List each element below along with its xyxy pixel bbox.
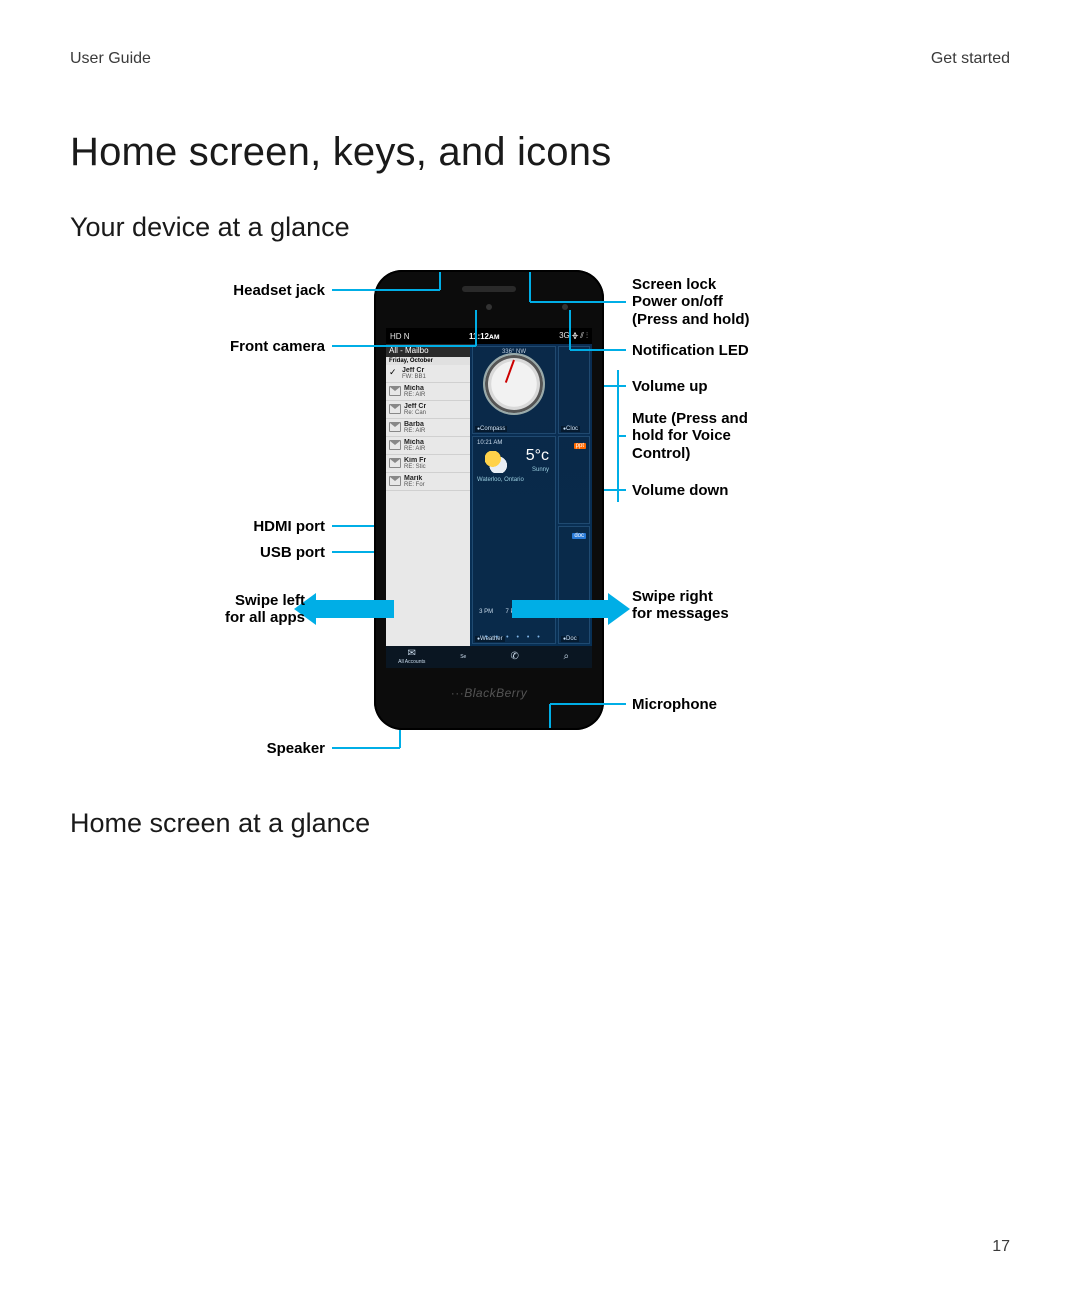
mail-subject: RE: AIR: [404, 446, 425, 452]
mail-name: Jeff Cr: [404, 403, 426, 410]
notification-led-dot: [562, 304, 568, 310]
statusbar-center: 11:12ᴀᴍ: [469, 332, 500, 341]
page-number: 17: [992, 1238, 1010, 1256]
dock-glyph-icon: ✉: [408, 649, 416, 659]
dock-label: Se: [460, 654, 466, 660]
mail-name: Kim Fr: [404, 457, 426, 464]
mail-subject: FW: BB1: [402, 374, 426, 380]
front-camera-dot: [486, 304, 492, 310]
status-bar: HD N 11:12ᴀᴍ 3G ᚖ ⫽ ⫶: [386, 328, 592, 344]
label-mute-1: Mute (Press and: [632, 410, 748, 427]
label-speaker: Speaker: [130, 740, 325, 757]
label-headset-jack: Headset jack: [130, 282, 325, 299]
dock-glyph-icon: ✆: [511, 652, 519, 662]
weather-hour: 3 PM: [479, 609, 493, 629]
label-microphone: Microphone: [632, 696, 872, 713]
doc-badge: doc: [572, 533, 586, 539]
weather-icon: [485, 451, 507, 473]
statusbar-right: 3G ᚖ ⫽ ⫶: [559, 331, 588, 341]
mail-name: Barba: [404, 421, 425, 428]
mail-subject: Re: Can: [404, 410, 426, 416]
compass-dial-icon: [483, 353, 545, 415]
label-usb-port: USB port: [130, 544, 325, 561]
dock-item: ✆: [489, 646, 541, 668]
mail-row: BarbaRE: AIR: [386, 419, 470, 437]
label-hdmi-port: HDMI port: [130, 518, 325, 535]
label-mute-3: Control): [632, 445, 690, 462]
weather-cond: Sunny: [532, 467, 549, 473]
label-notification-led: Notification LED: [632, 342, 872, 359]
device-diagram: BlackBerry HD N 11:12ᴀᴍ 3G ᚖ ⫽ ⫶ All - M…: [70, 260, 1010, 780]
weather-loc: Waterloo, Ontario: [477, 477, 524, 483]
envelope-icon: [389, 404, 401, 414]
ppt-badge: ppt: [574, 443, 586, 449]
dock-item: ⌕: [541, 646, 593, 668]
mail-subject: RE: AIR: [404, 392, 425, 398]
swipe-left-arrow-icon: [312, 600, 394, 618]
docs-tile-1: ppt: [558, 436, 590, 524]
label-swipe-right-1: Swipe right: [632, 588, 713, 605]
mail-name: Marik: [404, 475, 425, 482]
weather-time: 10:21 AM: [477, 440, 502, 446]
mail-subject: RE: AIR: [404, 428, 425, 434]
mail-name: Micha: [404, 385, 425, 392]
dock-label: All Accounts: [398, 659, 425, 665]
weather-temp: 5°c: [526, 447, 549, 465]
compass-label: Compass: [475, 426, 507, 432]
mail-row: MichaRE: AIR: [386, 437, 470, 455]
envelope-icon: [389, 422, 401, 432]
label-swipe-left-1: Swipe left: [235, 592, 305, 609]
label-volume-up: Volume up: [632, 378, 872, 395]
mail-name: Micha: [404, 439, 425, 446]
header-right: Get started: [931, 50, 1010, 68]
label-front-camera: Front camera: [130, 338, 325, 355]
label-mute-2: hold for Voice: [632, 427, 731, 444]
statusbar-left: HD N: [390, 332, 410, 341]
mail-row: MarikRE: For: [386, 473, 470, 491]
clock-label: Cloc: [561, 426, 580, 432]
header-left: User Guide: [70, 50, 151, 68]
dock-glyph-icon: ⌕: [563, 652, 569, 662]
label-volume-down: Volume down: [632, 482, 872, 499]
envelope-icon: [389, 458, 401, 468]
dock-bar: ✉All Accounts Se ✆ ⌕: [386, 646, 592, 668]
envelope-icon: [389, 386, 401, 396]
mail-subject: RE: For: [404, 482, 425, 488]
mail-subject: RE: Stic: [404, 464, 426, 470]
swipe-right-arrow-icon: [512, 600, 612, 618]
label-screen-lock-3: (Press and hold): [632, 311, 750, 328]
mailbox-column: All - Mailbo Friday, October Jeff CrFW: …: [386, 344, 470, 646]
mailbox-date: Friday, October: [386, 357, 470, 365]
label-screen-lock-2: Power on/off: [632, 293, 723, 310]
earpiece-slot: [462, 286, 516, 292]
mail-name: Jeff Cr: [402, 367, 426, 374]
section-heading-1: Your device at a glance: [70, 212, 350, 243]
checkmark-icon: [389, 368, 399, 376]
label-mute: Mute (Press and hold for Voice Control): [632, 410, 872, 462]
envelope-icon: [389, 440, 401, 450]
label-swipe-left: Swipe left for all apps: [130, 592, 305, 627]
compass-tile: 336° NW Compass: [472, 346, 556, 434]
docs-tile-2: doc Doc: [558, 526, 590, 644]
page-title: Home screen, keys, and icons: [70, 130, 611, 175]
dock-item: ✉All Accounts: [386, 646, 438, 668]
label-screen-lock-1: Screen lock: [632, 276, 716, 293]
label-swipe-right-2: for messages: [632, 605, 729, 622]
phone-body: BlackBerry HD N 11:12ᴀᴍ 3G ᚖ ⫽ ⫶ All - M…: [374, 270, 604, 730]
label-swipe-left-2: for all apps: [225, 609, 305, 626]
phone-brand: BlackBerry: [374, 686, 604, 700]
mailbox-header: All - Mailbo: [386, 344, 470, 357]
clock-tile: Cloc: [558, 346, 590, 434]
envelope-icon: [389, 476, 401, 486]
docs-label: Doc: [561, 636, 579, 642]
mail-row: Kim FrRE: Stic: [386, 455, 470, 473]
mail-row: MichaRE: AIR: [386, 383, 470, 401]
page-dots: • • • • • •: [473, 634, 555, 641]
mail-row: Jeff CrFW: BB1: [386, 365, 470, 383]
label-swipe-right: Swipe right for messages: [632, 588, 872, 623]
section-heading-2: Home screen at a glance: [70, 808, 370, 839]
label-screen-lock: Screen lock Power on/off (Press and hold…: [632, 276, 872, 328]
dock-item: Se: [438, 646, 490, 668]
mail-row: Jeff CrRe: Can: [386, 401, 470, 419]
